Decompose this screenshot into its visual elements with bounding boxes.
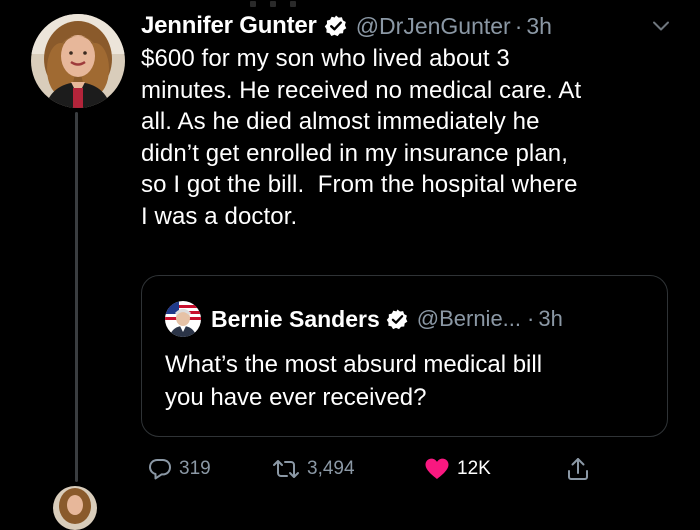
author-avatar[interactable] xyxy=(31,14,125,108)
chevron-down-icon[interactable] xyxy=(651,16,671,36)
retweet-button[interactable]: 3,494 xyxy=(271,452,355,486)
quoted-tweet-text: What’s the most absurd medical bill you … xyxy=(165,351,543,411)
quoted-tweet[interactable]: Bernie Sanders @Bernie... · 3h What’s th… xyxy=(141,275,668,437)
thread-connector-line xyxy=(75,112,78,482)
author-handle[interactable]: @DrJenGunter xyxy=(356,13,511,40)
share-icon xyxy=(565,456,591,482)
tweet-text: $600 for my son who lived about 3 minute… xyxy=(141,45,582,230)
retweet-count: 3,494 xyxy=(307,458,355,479)
tweet-header: Jennifer Gunter @DrJenGunter · 3h xyxy=(141,9,681,43)
reply-icon xyxy=(147,456,173,482)
tweet-timestamp[interactable]: 3h xyxy=(526,13,552,40)
share-button[interactable] xyxy=(565,452,597,486)
previous-tweet-edge xyxy=(250,0,370,7)
next-tweet-avatar[interactable] xyxy=(53,486,97,530)
meta-separator: · xyxy=(527,306,535,331)
verified-badge-icon xyxy=(324,14,348,38)
author-name[interactable]: Jennifer Gunter xyxy=(141,12,317,40)
quoted-author-avatar xyxy=(165,301,201,337)
quoted-author-handle: @Bernie... xyxy=(416,306,522,331)
meta-separator: · xyxy=(514,12,523,39)
like-button[interactable]: 12K xyxy=(423,452,491,486)
quoted-tweet-header: Bernie Sanders @Bernie... · 3h xyxy=(165,301,563,337)
heart-icon xyxy=(423,456,451,482)
reply-count: 319 xyxy=(179,458,211,479)
quoted-tweet-timestamp: 3h xyxy=(538,306,563,331)
reply-button[interactable]: 319 xyxy=(147,452,211,486)
tweet-actions: 319 3,494 12K xyxy=(141,452,601,486)
verified-badge-icon xyxy=(386,308,409,331)
like-count: 12K xyxy=(457,458,491,479)
quoted-author-name: Bernie Sanders xyxy=(211,305,380,332)
retweet-icon xyxy=(271,456,301,482)
